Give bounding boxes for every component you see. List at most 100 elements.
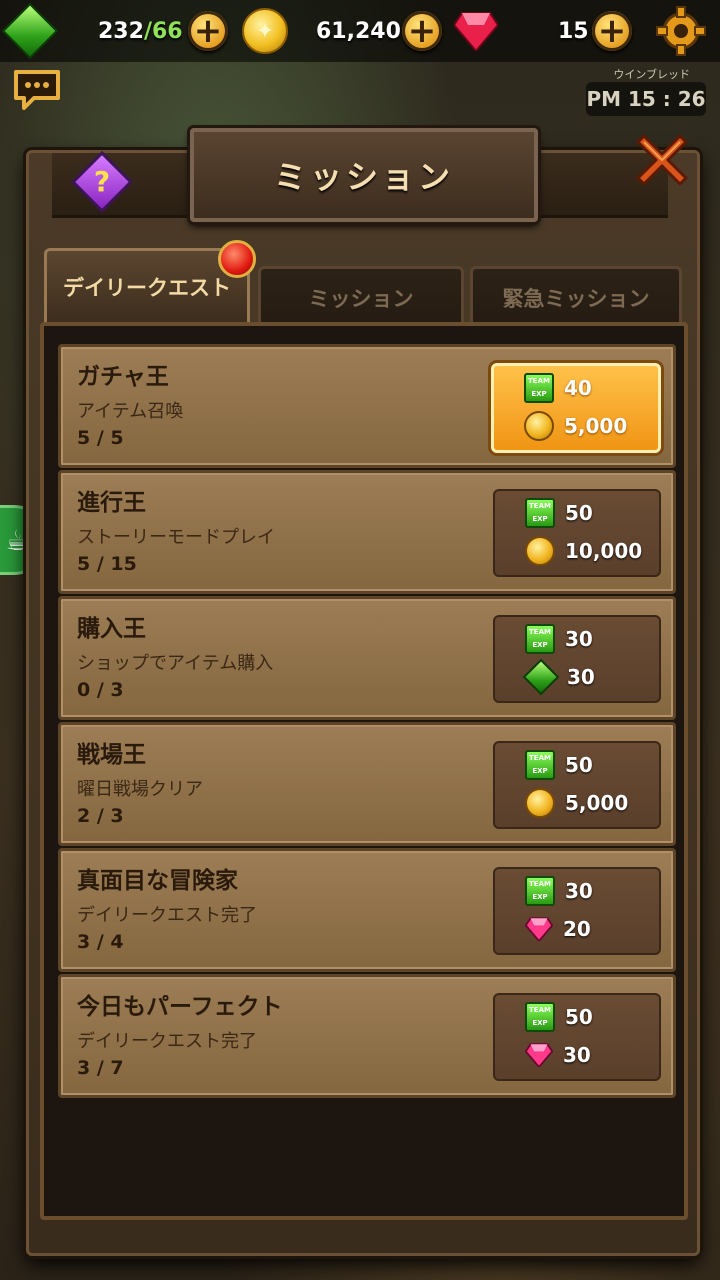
- ruby-icon: [524, 917, 554, 943]
- mission-description: デイリークエスト完了: [77, 905, 257, 926]
- mission-title: 真面目な冒険家: [77, 868, 238, 894]
- add-stamina-button[interactable]: +: [188, 8, 228, 54]
- mission-row: 戦場王曜日戦場クリア 2 / 3 TEAM EXP 50 5,000: [58, 722, 676, 846]
- dialog-title-plate: ミッション: [190, 128, 538, 222]
- mission-list: ガチャ王アイテム召喚 5 / 5 TEAM EXP 40 5,000 進行王ストーリーモー…: [40, 322, 688, 1220]
- stamina-value: 232: [98, 18, 144, 44]
- reward-line: TEAM EXP 50: [525, 1001, 593, 1033]
- gold-coin-icon: [525, 788, 555, 818]
- team-exp-icon: TEAM EXP: [525, 750, 555, 780]
- reward-amount: 50: [565, 501, 593, 525]
- mission-progress: 0 / 3: [77, 679, 124, 701]
- team-exp-icon: TEAM EXP: [525, 624, 555, 654]
- team-exp-icon: TEAM EXP: [525, 498, 555, 528]
- close-icon[interactable]: [630, 128, 694, 192]
- claim-reward-button[interactable]: TEAM EXP 40 5,000: [491, 363, 661, 453]
- tab-emergency-mission[interactable]: 緊急ミッション: [470, 266, 682, 327]
- reward-amount: 20: [563, 917, 591, 941]
- reward-line: TEAM EXP 50: [525, 497, 593, 529]
- chat-icon[interactable]: [12, 68, 62, 112]
- reward-amount: 50: [565, 753, 593, 777]
- mission-title: 購入王: [77, 616, 146, 642]
- gold-icon-wrap: ✦: [242, 8, 288, 54]
- plus-icon: +: [188, 11, 228, 51]
- reward-box: TEAM EXP 50 10,000: [493, 489, 661, 577]
- team-exp-icon: TEAM EXP: [525, 1002, 555, 1032]
- reward-amount: 10,000: [565, 539, 643, 563]
- question-mark-icon: ?: [93, 165, 111, 198]
- add-ruby-button[interactable]: +: [592, 8, 632, 54]
- mission-description: アイテム召喚: [77, 401, 184, 422]
- reward-amount: 5,000: [564, 414, 628, 438]
- reward-line: TEAM EXP 40: [524, 372, 592, 404]
- tab-label: デイリークエスト: [63, 276, 231, 300]
- mission-progress: 2 / 3: [77, 805, 124, 827]
- ruby-value: 15: [558, 18, 589, 44]
- plus-icon: +: [592, 11, 632, 51]
- reward-line: TEAM EXP 30: [525, 623, 593, 655]
- mission-row: 進行王ストーリーモードプレイ 5 / 15 TEAM EXP 50 10,000: [58, 470, 676, 594]
- clock: PM 15 : 26: [586, 82, 706, 116]
- reward-box: TEAM EXP 30 30: [493, 615, 661, 703]
- mission-description: ストーリーモードプレイ: [77, 527, 275, 548]
- reward-box: TEAM EXP 50 30: [493, 993, 661, 1081]
- gold-coin-icon: [524, 411, 554, 441]
- gold-value: 61,240: [316, 18, 401, 44]
- gold-coin-icon: [525, 536, 555, 566]
- settings-gear-icon[interactable]: [656, 6, 706, 56]
- mission-row: 真面目な冒険家デイリークエスト完了 3 / 4 TEAM EXP 30 20: [58, 848, 676, 972]
- reward-line: 30: [522, 658, 595, 696]
- mission-row: 購入王ショップでアイテム購入 0 / 3 TEAM EXP 30 30: [58, 596, 676, 720]
- reward-box: TEAM EXP 50 5,000: [493, 741, 661, 829]
- reward-box: TEAM EXP 30 20: [493, 867, 661, 955]
- mission-description: デイリークエスト完了: [77, 1031, 257, 1052]
- mission-row: 今日もパーフェクトデイリークエスト完了 3 / 7 TEAM EXP 50 30: [58, 974, 676, 1098]
- mission-description: ショップでアイテム購入: [77, 653, 274, 674]
- reward-line: 5,000: [524, 410, 627, 442]
- gold-coin-icon: ✦: [242, 8, 288, 54]
- team-exp-icon: TEAM EXP: [525, 876, 555, 906]
- green-gem-icon: [522, 658, 560, 696]
- gold-display: 61,240: [316, 8, 401, 54]
- tab-label: ミッション: [308, 287, 414, 311]
- tab-mission[interactable]: ミッション: [258, 266, 464, 327]
- mission-row: ガチャ王アイテム召喚 5 / 5 TEAM EXP 40 5,000: [58, 344, 676, 468]
- reward-amount: 5,000: [565, 791, 629, 815]
- stamina-max: /66: [143, 18, 183, 44]
- notification-badge: [218, 240, 256, 278]
- mission-progress: 3 / 4: [77, 931, 124, 953]
- reward-amount: 50: [565, 1005, 593, 1029]
- mission-title: ガチャ王: [77, 364, 169, 390]
- reward-line: 30: [524, 1039, 591, 1071]
- stamina-group: [1, 2, 59, 60]
- reward-amount: 30: [565, 879, 593, 903]
- ruby-icon: [454, 12, 498, 51]
- reward-line: TEAM EXP 50: [525, 749, 593, 781]
- mission-progress: 3 / 7: [77, 1057, 124, 1079]
- mission-title: 今日もパーフェクト: [77, 994, 283, 1020]
- clock-time: PM 15 : 26: [586, 87, 706, 111]
- ruby-icon-wrap: [454, 8, 498, 54]
- reward-line: 20: [524, 913, 591, 945]
- mission-description: 曜日戦場クリア: [77, 779, 203, 800]
- add-gold-button[interactable]: +: [402, 8, 442, 54]
- ruby-display: 15: [558, 8, 589, 54]
- stamina-display: 232/66: [98, 8, 183, 54]
- mission-progress: 5 / 15: [77, 553, 137, 575]
- tab-label: 緊急ミッション: [502, 287, 650, 311]
- ruby-icon: [524, 1043, 554, 1069]
- mission-progress: 5 / 5: [77, 427, 124, 449]
- green-gem-icon: [1, 2, 59, 60]
- plus-icon: +: [402, 11, 442, 51]
- reward-amount: 30: [563, 1043, 591, 1067]
- reward-amount: 30: [567, 665, 595, 689]
- reward-amount: 30: [565, 627, 593, 651]
- clock-label: ウインブレッド: [613, 68, 690, 81]
- reward-line: 5,000: [525, 787, 628, 819]
- mission-title: 進行王: [77, 490, 146, 516]
- mission-title: 戦場王: [77, 742, 146, 768]
- team-exp-icon: TEAM EXP: [524, 373, 554, 403]
- reward-line: TEAM EXP 30: [525, 875, 593, 907]
- reward-amount: 40: [564, 376, 592, 400]
- reward-line: 10,000: [525, 535, 642, 567]
